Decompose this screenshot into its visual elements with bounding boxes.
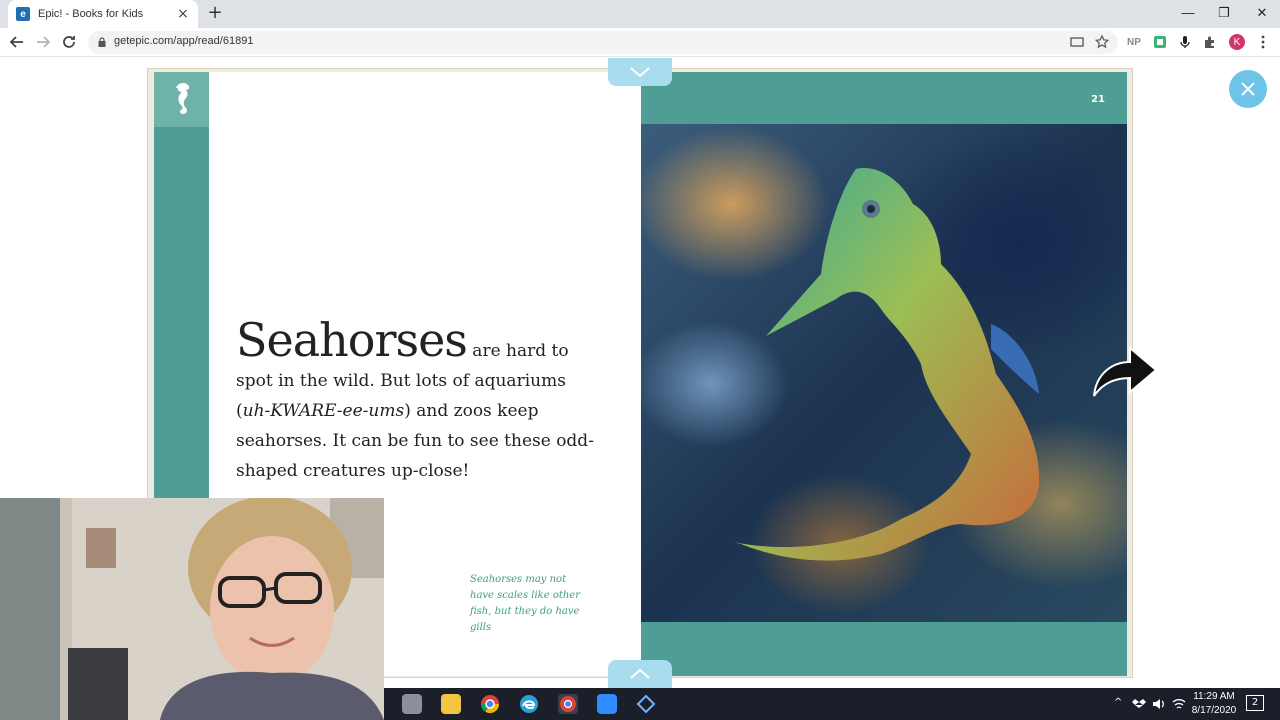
chrome-profile-icon[interactable] <box>558 694 578 714</box>
extensions-puzzle-icon[interactable] <box>1202 34 1218 50</box>
right-page: 21 <box>641 72 1127 676</box>
browser-tab-bar: e Epic! - Books for Kids × + — ❐ ✕ <box>0 0 1280 28</box>
profile-avatar[interactable]: K <box>1229 34 1245 50</box>
browser-tab[interactable]: e Epic! - Books for Kids × <box>8 0 198 28</box>
notification-center-icon[interactable]: 2 <box>1246 695 1264 711</box>
volume-icon[interactable] <box>1152 697 1166 711</box>
main-text-pronunciation: uh-KWARE-ee-ums <box>242 401 405 421</box>
edge-icon[interactable] <box>519 694 539 714</box>
reload-icon[interactable] <box>60 33 78 51</box>
task-view-icon[interactable] <box>402 694 422 714</box>
close-book-button[interactable] <box>1229 70 1267 108</box>
seahorse-photo <box>641 124 1127 622</box>
top-menu-toggle[interactable] <box>608 58 672 86</box>
url-text: getepic.com/app/read/61891 <box>114 35 254 47</box>
clock-date: 8/17/2020 <box>1191 705 1237 716</box>
close-window-button[interactable]: ✕ <box>1252 4 1272 22</box>
windows-taskbar: ^ 11:29 AM 8/17/2020 2 <box>384 688 1280 720</box>
tab-title: Epic! - Books for Kids <box>38 8 144 20</box>
next-page-arrow-icon[interactable] <box>1090 340 1162 400</box>
kebab-menu-icon[interactable] <box>1255 34 1271 50</box>
page-number: 21 <box>1091 94 1105 105</box>
chrome-icon[interactable] <box>480 694 500 714</box>
headline-word: Seahorses <box>236 313 468 367</box>
notification-count: 2 <box>1251 697 1259 708</box>
epic-favicon-icon: e <box>16 7 30 21</box>
main-text: Seahorses are hard to spot in the wild. … <box>236 317 596 486</box>
webcam-overlay <box>0 498 384 720</box>
microphone-icon[interactable] <box>1177 34 1193 50</box>
back-arrow-icon[interactable] <box>8 33 26 51</box>
np-extension-icon[interactable]: NP <box>1126 34 1142 50</box>
system-clock[interactable]: 11:29 AM 8/17/2020 <box>1184 690 1244 718</box>
close-icon <box>1241 82 1255 96</box>
new-tab-button[interactable]: + <box>206 4 224 23</box>
dropbox-icon[interactable] <box>1132 697 1146 711</box>
snip-tool-icon[interactable] <box>636 694 656 714</box>
forward-arrow-icon[interactable] <box>34 33 52 51</box>
minimize-button[interactable]: — <box>1178 4 1198 22</box>
bottom-menu-toggle[interactable] <box>608 660 672 688</box>
green-extension-icon[interactable] <box>1152 34 1168 50</box>
seahorse-icon <box>154 72 209 127</box>
browser-toolbar: getepic.com/app/read/61891 NP K <box>0 28 1280 57</box>
cast-icon[interactable] <box>1069 34 1085 50</box>
tab-close-icon[interactable]: × <box>176 7 190 21</box>
chevron-down-icon <box>630 67 650 78</box>
zoom-icon[interactable] <box>597 694 617 714</box>
chevron-up-icon <box>630 668 650 679</box>
webcam-video <box>0 498 384 720</box>
photo-caption: Seahorses may not have scales like other… <box>470 574 580 633</box>
bookmark-star-icon[interactable] <box>1094 34 1110 50</box>
lock-icon <box>98 37 106 47</box>
file-explorer-icon[interactable] <box>441 694 461 714</box>
tray-chevron-up-icon[interactable]: ^ <box>1114 697 1122 708</box>
left-teal-strip <box>154 127 209 503</box>
clock-time: 11:29 AM <box>1193 691 1235 702</box>
restore-button[interactable]: ❐ <box>1214 4 1234 22</box>
seahorse-illustration <box>733 168 1040 561</box>
address-bar[interactable]: getepic.com/app/read/61891 <box>88 31 1118 54</box>
